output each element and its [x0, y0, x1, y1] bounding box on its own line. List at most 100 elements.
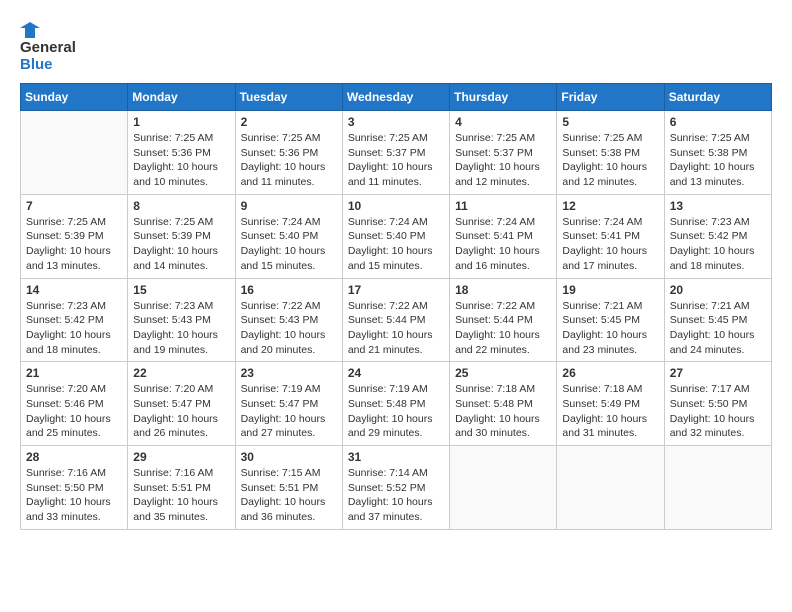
day-number: 18: [455, 283, 551, 297]
day-number: 14: [26, 283, 122, 297]
day-of-week-header: Sunday: [21, 84, 128, 111]
day-info: Sunrise: 7:25 AMSunset: 5:39 PMDaylight:…: [133, 215, 229, 274]
day-info: Sunrise: 7:18 AMSunset: 5:48 PMDaylight:…: [455, 382, 551, 441]
day-info: Sunrise: 7:25 AMSunset: 5:39 PMDaylight:…: [26, 215, 122, 274]
calendar-week-row: 7Sunrise: 7:25 AMSunset: 5:39 PMDaylight…: [21, 194, 772, 278]
calendar-cell: 16Sunrise: 7:22 AMSunset: 5:43 PMDayligh…: [235, 278, 342, 362]
day-number: 20: [670, 283, 766, 297]
day-info: Sunrise: 7:24 AMSunset: 5:41 PMDaylight:…: [455, 215, 551, 274]
day-info: Sunrise: 7:24 AMSunset: 5:40 PMDaylight:…: [241, 215, 337, 274]
calendar-cell: 11 Sunrise: 7:24 AMSunset: 5:41 PMDayligh…: [450, 194, 557, 278]
calendar-week-row: 28Sunrise: 7:16 AMSunset: 5:50 PMDayligh…: [21, 446, 772, 530]
day-number: 27: [670, 366, 766, 380]
calendar-cell: 9 Sunrise: 7:24 AMSunset: 5:40 PMDaylight…: [235, 194, 342, 278]
calendar-cell: [450, 446, 557, 530]
day-info: Sunrise: 7:24 AMSunset: 5:40 PMDaylight:…: [348, 215, 444, 274]
calendar-cell: 25 Sunrise: 7:18 AMSunset: 5:48 PMDayligh…: [450, 362, 557, 446]
day-number: 4: [455, 115, 551, 129]
day-info: Sunrise: 7:22 AMSunset: 5:44 PMDaylight:…: [455, 299, 551, 358]
day-info: Sunrise: 7:15 AMSunset: 5:51 PMDaylight:…: [241, 466, 337, 525]
page-header: General Blue: [20, 20, 772, 73]
day-info: Sunrise: 7:19 AMSunset: 5:47 PMDaylight:…: [241, 382, 337, 441]
logo: General Blue: [20, 20, 76, 73]
calendar-cell: 7Sunrise: 7:25 AMSunset: 5:39 PMDaylight…: [21, 194, 128, 278]
day-info: Sunrise: 7:25 AMSunset: 5:38 PMDaylight:…: [562, 131, 658, 190]
calendar-cell: [557, 446, 664, 530]
logo-blue: Blue: [20, 56, 53, 73]
day-of-week-header: Monday: [128, 84, 235, 111]
calendar-cell: 17 Sunrise: 7:22 AMSunset: 5:44 PMDayligh…: [342, 278, 449, 362]
day-info: Sunrise: 7:25 AMSunset: 5:37 PMDaylight:…: [348, 131, 444, 190]
day-number: 21: [26, 366, 122, 380]
day-info: Sunrise: 7:19 AMSunset: 5:48 PMDaylight:…: [348, 382, 444, 441]
day-number: 11: [455, 199, 551, 213]
logo-general: General: [20, 39, 76, 56]
calendar-cell: 30 Sunrise: 7:15 AMSunset: 5:51 PMDayligh…: [235, 446, 342, 530]
day-number: 22: [133, 366, 229, 380]
day-info: Sunrise: 7:25 AMSunset: 5:36 PMDaylight:…: [241, 131, 337, 190]
day-of-week-header: Thursday: [450, 84, 557, 111]
calendar-cell: 29 Sunrise: 7:16 AMSunset: 5:51 PMDayligh…: [128, 446, 235, 530]
day-info: Sunrise: 7:25 AMSunset: 5:36 PMDaylight:…: [133, 131, 229, 190]
calendar-cell: 2Sunrise: 7:25 AMSunset: 5:36 PMDaylight…: [235, 111, 342, 195]
day-number: 23: [241, 366, 337, 380]
day-of-week-header: Saturday: [664, 84, 771, 111]
day-info: Sunrise: 7:18 AMSunset: 5:49 PMDaylight:…: [562, 382, 658, 441]
calendar-cell: 8Sunrise: 7:25 AMSunset: 5:39 PMDaylight…: [128, 194, 235, 278]
day-number: 5: [562, 115, 658, 129]
day-info: Sunrise: 7:21 AMSunset: 5:45 PMDaylight:…: [670, 299, 766, 358]
calendar-cell: 26Sunrise: 7:18 AMSunset: 5:49 PMDayligh…: [557, 362, 664, 446]
day-info: Sunrise: 7:21 AMSunset: 5:45 PMDaylight:…: [562, 299, 658, 358]
calendar-cell: [21, 111, 128, 195]
calendar-cell: 5 Sunrise: 7:25 AMSunset: 5:38 PMDaylight…: [557, 111, 664, 195]
day-info: Sunrise: 7:23 AMSunset: 5:42 PMDaylight:…: [26, 299, 122, 358]
day-number: 9: [241, 199, 337, 213]
calendar-cell: [664, 446, 771, 530]
day-number: 1: [133, 115, 229, 129]
calendar-cell: 13 Sunrise: 7:23 AMSunset: 5:42 PMDayligh…: [664, 194, 771, 278]
day-number: 31: [348, 450, 444, 464]
day-info: Sunrise: 7:16 AMSunset: 5:51 PMDaylight:…: [133, 466, 229, 525]
calendar-cell: 3 Sunrise: 7:25 AMSunset: 5:37 PMDaylight…: [342, 111, 449, 195]
day-info: Sunrise: 7:14 AMSunset: 5:52 PMDaylight:…: [348, 466, 444, 525]
calendar-week-row: 1 Sunrise: 7:25 AMSunset: 5:36 PMDaylight…: [21, 111, 772, 195]
day-info: Sunrise: 7:23 AMSunset: 5:43 PMDaylight:…: [133, 299, 229, 358]
day-info: Sunrise: 7:17 AMSunset: 5:50 PMDaylight:…: [670, 382, 766, 441]
day-number: 10: [348, 199, 444, 213]
calendar-cell: 18 Sunrise: 7:22 AMSunset: 5:44 PMDayligh…: [450, 278, 557, 362]
day-of-week-header: Wednesday: [342, 84, 449, 111]
calendar-cell: 6 Sunrise: 7:25 AMSunset: 5:38 PMDaylight…: [664, 111, 771, 195]
day-info: Sunrise: 7:25 AMSunset: 5:37 PMDaylight:…: [455, 131, 551, 190]
calendar-header-row: SundayMondayTuesdayWednesdayThursdayFrid…: [21, 84, 772, 111]
day-number: 15: [133, 283, 229, 297]
calendar-cell: 23 Sunrise: 7:19 AMSunset: 5:47 PMDayligh…: [235, 362, 342, 446]
calendar-cell: 27 Sunrise: 7:17 AMSunset: 5:50 PMDayligh…: [664, 362, 771, 446]
day-number: 17: [348, 283, 444, 297]
calendar-cell: 22 Sunrise: 7:20 AMSunset: 5:47 PMDayligh…: [128, 362, 235, 446]
calendar-cell: 20 Sunrise: 7:21 AMSunset: 5:45 PMDayligh…: [664, 278, 771, 362]
calendar-cell: 10 Sunrise: 7:24 AMSunset: 5:40 PMDayligh…: [342, 194, 449, 278]
calendar-cell: 31 Sunrise: 7:14 AMSunset: 5:52 PMDayligh…: [342, 446, 449, 530]
day-number: 25: [455, 366, 551, 380]
day-of-week-header: Tuesday: [235, 84, 342, 111]
calendar-cell: 14 Sunrise: 7:23 AMSunset: 5:42 PMDayligh…: [21, 278, 128, 362]
day-info: Sunrise: 7:20 AMSunset: 5:47 PMDaylight:…: [133, 382, 229, 441]
calendar-week-row: 14 Sunrise: 7:23 AMSunset: 5:42 PMDayligh…: [21, 278, 772, 362]
day-number: 19: [562, 283, 658, 297]
day-number: 29: [133, 450, 229, 464]
calendar-cell: 15 Sunrise: 7:23 AMSunset: 5:43 PMDayligh…: [128, 278, 235, 362]
day-number: 6: [670, 115, 766, 129]
calendar-cell: 4 Sunrise: 7:25 AMSunset: 5:37 PMDaylight…: [450, 111, 557, 195]
day-info: Sunrise: 7:20 AMSunset: 5:46 PMDaylight:…: [26, 382, 122, 441]
day-info: Sunrise: 7:23 AMSunset: 5:42 PMDaylight:…: [670, 215, 766, 274]
calendar-cell: 1 Sunrise: 7:25 AMSunset: 5:36 PMDaylight…: [128, 111, 235, 195]
day-number: 30: [241, 450, 337, 464]
day-info: Sunrise: 7:22 AMSunset: 5:44 PMDaylight:…: [348, 299, 444, 358]
day-number: 3: [348, 115, 444, 129]
calendar-cell: 24 Sunrise: 7:19 AMSunset: 5:48 PMDayligh…: [342, 362, 449, 446]
day-info: Sunrise: 7:25 AMSunset: 5:38 PMDaylight:…: [670, 131, 766, 190]
calendar-cell: 19 Sunrise: 7:21 AMSunset: 5:45 PMDayligh…: [557, 278, 664, 362]
day-number: 13: [670, 199, 766, 213]
day-number: 24: [348, 366, 444, 380]
day-info: Sunrise: 7:16 AMSunset: 5:50 PMDaylight:…: [26, 466, 122, 525]
